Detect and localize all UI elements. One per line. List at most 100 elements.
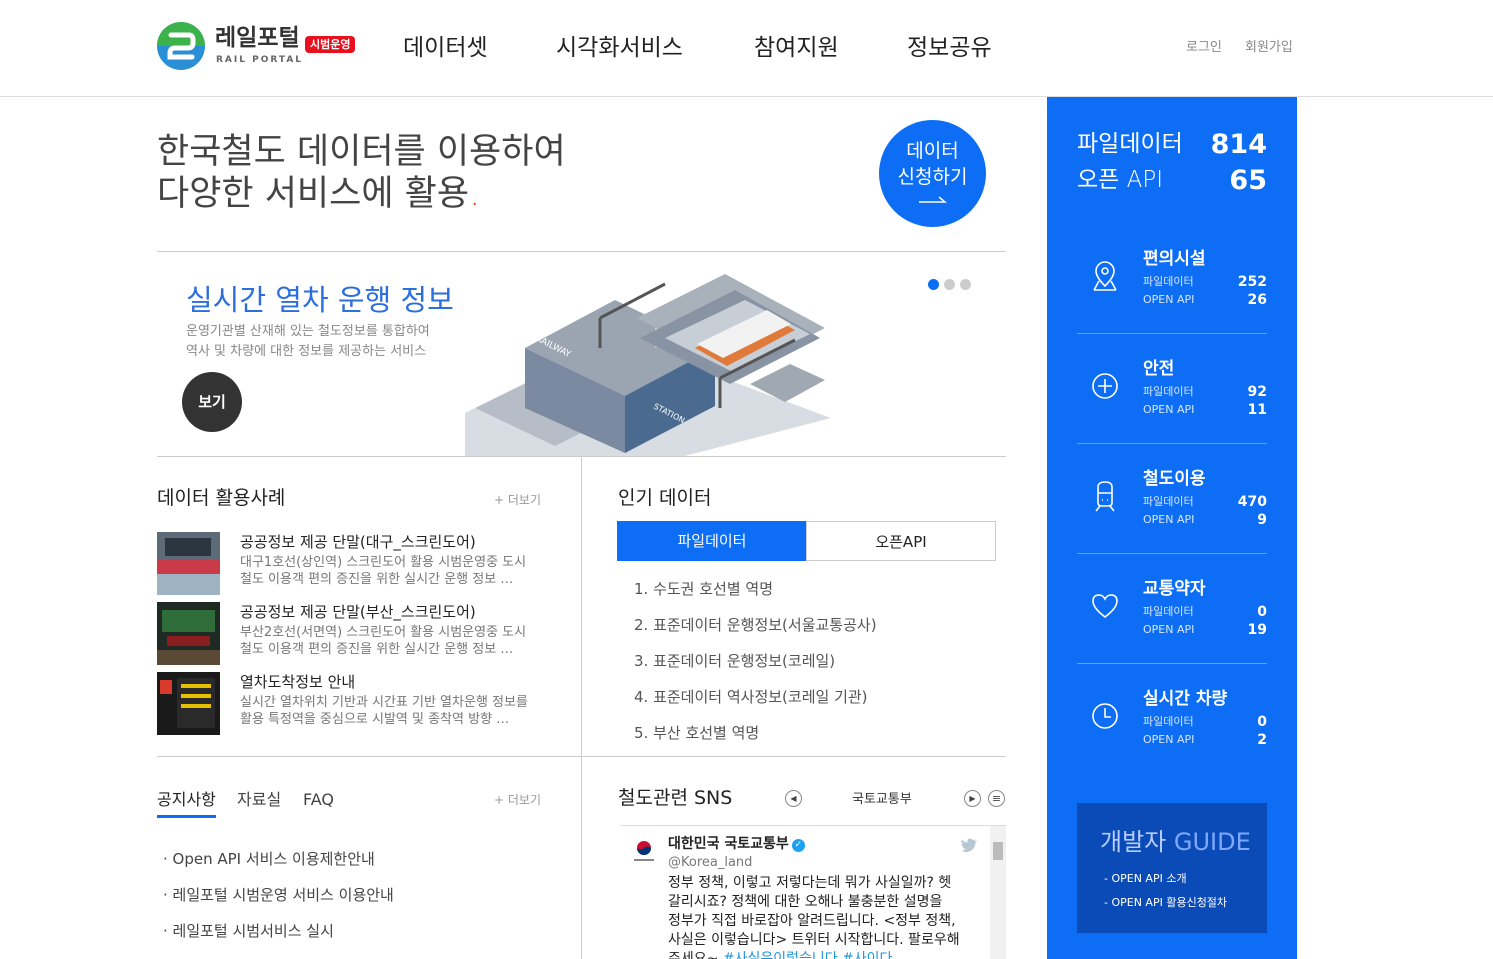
- signup-link[interactable]: 회원가입: [1245, 39, 1293, 57]
- category-rail-use[interactable]: 철도이용 파일데이터 OPEN API 470 9: [1077, 444, 1267, 554]
- train-icon: [1095, 481, 1115, 512]
- category-file-label: 파일데이터: [1143, 715, 1194, 728]
- category-api-label: OPEN API: [1143, 623, 1195, 636]
- tab-notice[interactable]: 공지사항: [157, 789, 216, 818]
- use-case-item[interactable]: 공공정보 제공 단말(부산_스크린도어) 부산2호선(서면역) 스크린도어 활용…: [157, 602, 557, 666]
- category-file-label: 파일데이터: [1143, 605, 1194, 618]
- tab-open-api[interactable]: 오픈API: [806, 521, 996, 561]
- tab-library[interactable]: 자료실: [237, 789, 281, 811]
- developer-guide-title: 개발자 GUIDE: [1100, 828, 1251, 856]
- tweet-handle[interactable]: @Korea_land: [668, 854, 752, 872]
- use-case-item[interactable]: 공공정보 제공 단말(대구_스크린도어) 대구1호선(상인역) 스크린도어 활용…: [157, 532, 557, 596]
- category-name: 편의시설: [1143, 249, 1206, 269]
- logo[interactable]: 레일포털 RAIL PORTAL 시범운영: [157, 22, 362, 72]
- nav-participation[interactable]: 참여지원: [754, 32, 839, 64]
- slide-dot-3[interactable]: [960, 279, 971, 290]
- category-name: 철도이용: [1143, 469, 1206, 489]
- category-name: 교통약자: [1143, 579, 1206, 599]
- category-file-count: 252: [1237, 274, 1267, 290]
- use-case-title: 열차도착정보 안내: [240, 673, 356, 691]
- category-api-count: 26: [1247, 292, 1267, 308]
- file-data-label: 파일데이터: [1077, 131, 1183, 157]
- notice-item[interactable]: · Open API 서비스 이용제한안내: [163, 849, 375, 869]
- tweet-hashtags[interactable]: #사실은이렇습니다 #사이다: [723, 951, 893, 959]
- category-file-label: 파일데이터: [1143, 385, 1194, 398]
- category-file-count: 92: [1247, 384, 1267, 400]
- slide-dot-1[interactable]: [928, 279, 939, 290]
- category-file-label: 파일데이터: [1143, 275, 1194, 288]
- open-api-count: 65: [1229, 165, 1267, 196]
- category-api-count: 19: [1247, 622, 1267, 638]
- use-case-title: 공공정보 제공 단말(부산_스크린도어): [240, 603, 476, 621]
- divider: [157, 251, 1006, 252]
- divider: [157, 756, 1006, 757]
- category-name: 실시간 차량: [1143, 689, 1228, 709]
- use-case-thumbnail: [157, 532, 220, 595]
- tab-faq[interactable]: FAQ: [303, 789, 334, 811]
- government-emblem-icon: [634, 841, 654, 861]
- hero-line-1: 한국철도 데이터를 이용하여: [157, 132, 566, 172]
- tab-file-data[interactable]: 파일데이터: [617, 521, 807, 561]
- apply-label-1: 데이터: [906, 140, 959, 162]
- tweet-scrollbar[interactable]: [990, 826, 1006, 959]
- popular-data-item[interactable]: 4. 표준데이터 역사정보(코레일 기관): [634, 687, 868, 707]
- nav-info-share[interactable]: 정보공유: [907, 32, 992, 64]
- heart-icon: [1092, 594, 1118, 619]
- hero-line-2: 다양한 서비스에 활용.: [157, 174, 481, 214]
- verified-icon: ✓: [791, 839, 805, 852]
- notice-more-link[interactable]: + 더보기: [494, 792, 541, 808]
- use-case-thumbnail: [157, 672, 220, 735]
- tweet-author-name[interactable]: 대한민국 국토교통부 ✓: [668, 835, 805, 854]
- category-file-count: 0: [1257, 604, 1267, 620]
- header: 레일포털 RAIL PORTAL 시범운영 데이터셋 시각화서비스 참여지원 정…: [0, 0, 1493, 97]
- notice-item[interactable]: · 레일포털 시범운영 서비스 이용안내: [163, 885, 394, 905]
- slide-title: 실시간 열차 운행 정보: [186, 283, 454, 317]
- popular-data-tabs: 파일데이터 오픈API: [617, 521, 996, 561]
- use-case-description: 부산2호선(서면역) 스크린도어 활용 시범운영중 도시 철도 이용객 편의 증진…: [240, 625, 527, 657]
- developer-guide-box[interactable]: 개발자 GUIDE - OPEN API 소개 - OPEN API 활용신청절…: [1077, 803, 1267, 933]
- use-case-description: 대구1호선(상인역) 스크린도어 활용 시범운영중 도시 철도 이용객 편의 증진…: [240, 555, 527, 587]
- use-case-title: 공공정보 제공 단말(대구_스크린도어): [240, 533, 476, 551]
- logo-text: 레일포털: [215, 25, 300, 51]
- logo-subtitle: RAIL PORTAL: [216, 55, 304, 65]
- slide-dot-2[interactable]: [944, 279, 955, 290]
- sns-prev-button[interactable]: ◀: [785, 790, 802, 807]
- popular-data-title: 인기 데이터: [618, 487, 712, 509]
- login-link[interactable]: 로그인: [1186, 39, 1222, 57]
- nav-visualization[interactable]: 시각화서비스: [556, 32, 683, 64]
- guide-link-api-intro[interactable]: - OPEN API 소개: [1104, 871, 1187, 886]
- category-api-label: OPEN API: [1143, 403, 1195, 416]
- category-safety[interactable]: 안전 파일데이터 OPEN API 92 11: [1077, 334, 1267, 444]
- use-cases-title: 데이터 활용사례: [157, 487, 286, 509]
- sns-menu-button[interactable]: ≡: [988, 790, 1005, 807]
- use-cases-more-link[interactable]: + 더보기: [494, 492, 541, 508]
- apply-data-button[interactable]: 데이터 신청하기: [879, 120, 986, 227]
- column-divider: [581, 456, 582, 959]
- tweet-card: 대한민국 국토교통부 ✓ @Korea_land 정부 정책, 이렇고 저렇다는데…: [620, 825, 1006, 959]
- popular-data-item[interactable]: 2. 표준데이터 운행정보(서울교통공사): [634, 615, 877, 635]
- slide-view-button[interactable]: 보기: [182, 372, 242, 432]
- popular-data-item[interactable]: 5. 부산 호선별 역명: [634, 723, 759, 743]
- popular-data-item[interactable]: 1. 수도권 호선별 역명: [634, 579, 773, 599]
- notice-item[interactable]: · 레일포털 시범서비스 실시: [163, 921, 334, 941]
- category-vulnerable[interactable]: 교통약자 파일데이터 OPEN API 0 19: [1077, 554, 1267, 664]
- use-case-item[interactable]: 열차도착정보 안내 실시간 열차위치 기반과 시간표 기반 열차운행 정보를 활용…: [157, 672, 557, 736]
- beta-badge: 시범운영: [305, 36, 356, 53]
- category-file-count: 0: [1257, 714, 1267, 730]
- use-case-description: 실시간 열차위치 기반과 시간표 기반 열차운행 정보를 활용 특정역을 중심으로…: [240, 695, 528, 727]
- stats-sidebar: 파일데이터 814 오픈 API 65 편의시설 파일데이터 OPEN API …: [1047, 97, 1297, 959]
- slide-pagination: [928, 275, 976, 294]
- guide-link-api-apply[interactable]: - OPEN API 활용신청절차: [1104, 895, 1227, 910]
- category-name: 안전: [1143, 359, 1175, 379]
- sns-account-name: 국토교통부: [852, 792, 912, 807]
- popular-data-item[interactable]: 3. 표준데이터 운행정보(코레일): [634, 651, 835, 671]
- category-file-label: 파일데이터: [1143, 495, 1194, 508]
- apply-label-2: 신청하기: [897, 166, 968, 188]
- twitter-bird-icon[interactable]: [960, 838, 978, 853]
- nav-dataset[interactable]: 데이터셋: [403, 32, 488, 64]
- arrow-right-icon: [918, 196, 947, 203]
- category-realtime[interactable]: 실시간 차량 파일데이터 OPEN API 0 2: [1077, 664, 1267, 774]
- category-convenience[interactable]: 편의시설 파일데이터 OPEN API 252 26: [1077, 224, 1267, 334]
- sns-next-button[interactable]: ▶: [964, 790, 981, 807]
- category-api-count: 2: [1257, 732, 1267, 748]
